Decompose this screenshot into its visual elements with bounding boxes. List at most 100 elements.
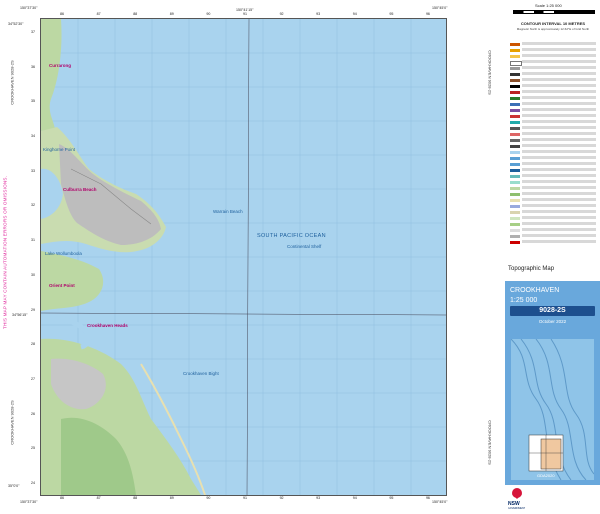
legend-row	[508, 234, 598, 238]
place-label-crookhaven-heads: Crookhaven Heads	[87, 323, 128, 328]
land-north	[41, 19, 62, 131]
place-label-culburra: Culburra Beach	[63, 187, 97, 192]
waratah-icon	[512, 488, 522, 499]
bottom-tick: 87	[96, 496, 101, 500]
legend-row	[508, 180, 598, 184]
legend-row	[508, 144, 598, 148]
bottom-tick: 91	[242, 496, 247, 500]
water-label-kinghorne: Kinghorne Point	[43, 147, 76, 152]
legend-row	[508, 120, 598, 124]
bottom-tick: 90	[206, 496, 211, 500]
legend-list	[508, 42, 598, 257]
top-tick-row: 86 87 88 89 90 91 92 93 94 95 96	[60, 12, 430, 17]
legend-row	[508, 150, 598, 154]
water-label-warrain: Warrain Beach	[213, 209, 243, 214]
map-graphics	[41, 19, 446, 495]
left-tick: 27	[31, 376, 35, 381]
edition: October 2022	[538, 319, 567, 324]
legend-row	[508, 126, 598, 130]
left-tick: 24	[31, 480, 35, 485]
scale-title: Scale 1:25 000	[535, 3, 562, 8]
left-margin-sheet-name: CROOKHAVEN 9028-2S	[9, 60, 15, 105]
top-tick: 91	[242, 12, 247, 16]
bottom-tick: 89	[169, 496, 174, 500]
bottom-tick: 92	[279, 496, 284, 500]
legend-row	[508, 66, 598, 70]
left-margin-disclaimer: THIS MAP MAY CONTAIN AUTOMATION ERRORS O…	[2, 175, 8, 330]
legend-row	[508, 228, 598, 232]
sheet-number: 9028-2S	[539, 307, 566, 314]
corner-top-left: 150°37'30"	[20, 6, 38, 10]
corner-bottom-left: 150°37'30"	[20, 500, 38, 504]
top-tick: 90	[206, 12, 211, 16]
legend-row	[508, 114, 598, 118]
right-margin-sheet-name: CROOKHAVEN 9028-2S	[487, 50, 493, 95]
top-tick: 93	[316, 12, 321, 16]
legend-row	[508, 156, 598, 160]
bottom-tick-row: 86 87 88 89 90 91 92 93 94 95 96	[60, 496, 430, 501]
legend-row	[508, 108, 598, 112]
nsw-subtext: GOVERNMENT	[508, 507, 526, 510]
left-tick: 29	[31, 307, 35, 312]
map-canvas[interactable]: Currarong Crookhaven Heads Culburra Beac…	[40, 18, 447, 496]
legend-row	[508, 192, 598, 196]
legend-row	[508, 102, 598, 106]
legend-row	[508, 174, 598, 178]
bottom-tick: 88	[133, 496, 138, 500]
contour-sub: Magnetic North is approximately 12.62°E …	[516, 27, 590, 31]
legend-row	[508, 132, 598, 136]
legend-row	[508, 78, 598, 82]
legend-row	[508, 210, 598, 214]
map-scale: 1:25 000	[510, 297, 538, 304]
map-name: CROOKHAVEN	[510, 287, 560, 294]
legend-row	[508, 48, 598, 52]
left-tick: 37	[31, 30, 35, 34]
sheet-number-box: 9028-2S	[510, 306, 595, 316]
ocean-label: SOUTH PACIFIC OCEAN	[257, 233, 326, 239]
legend-row	[508, 198, 598, 202]
right-margin-sheet-name-2: CROOKHAVEN 9028-2S	[487, 420, 493, 465]
top-tick: 87	[96, 12, 101, 16]
legend-row	[508, 42, 598, 46]
legend-row	[508, 72, 598, 76]
legend-row	[508, 162, 598, 166]
legend-row	[508, 186, 598, 190]
corner-top-right: 150°45'0"	[432, 6, 448, 10]
contour-interval: CONTOUR INTERVAL 10 METRES	[520, 21, 586, 26]
nsw-logo: NSW GOVERNMENT	[508, 487, 538, 513]
lat-bottom: 35°0'0"	[8, 484, 20, 488]
ocean-sublabel: Continental Shelf	[287, 244, 322, 249]
legend-row	[508, 216, 598, 220]
left-tick: 36	[31, 64, 35, 69]
left-margin-sheet-name-2: CROOKHAVEN 9028-2S	[9, 400, 15, 445]
land-mid	[41, 251, 104, 311]
left-tick: 32	[31, 203, 35, 208]
legend-row	[508, 84, 598, 88]
bottom-tick: 94	[352, 496, 357, 500]
legend-row	[508, 54, 598, 58]
lat-top: 34°52'30"	[8, 22, 24, 26]
left-tick: 26	[31, 411, 35, 416]
place-label-currarong: Currarong	[49, 63, 72, 68]
left-tick: 31	[31, 238, 35, 243]
legend-row	[508, 240, 598, 244]
top-tick: 88	[133, 12, 138, 16]
water-label-crookhaven-bight: Crookhaven Bight	[183, 371, 219, 376]
bottom-tick: 93	[316, 496, 321, 500]
legend-row	[508, 138, 598, 142]
map-type-label: Topographic Map	[508, 266, 555, 272]
legend-row	[508, 60, 598, 66]
gda-label: GDA2020	[537, 473, 555, 478]
top-tick: 89	[169, 12, 174, 16]
left-tick-column: 37 36 35 34 33 32 31 30 29 28 27 26 25 2…	[31, 30, 39, 485]
index-map-graphics	[511, 339, 594, 480]
legend-row	[508, 204, 598, 208]
legend-row	[508, 222, 598, 226]
legend-row	[508, 90, 598, 94]
left-tick: 28	[31, 342, 35, 347]
left-tick: 33	[31, 168, 35, 173]
left-tick: 25	[31, 446, 35, 451]
top-tick: 94	[352, 12, 357, 16]
legend-row	[508, 96, 598, 100]
top-tick: 92	[279, 12, 284, 16]
